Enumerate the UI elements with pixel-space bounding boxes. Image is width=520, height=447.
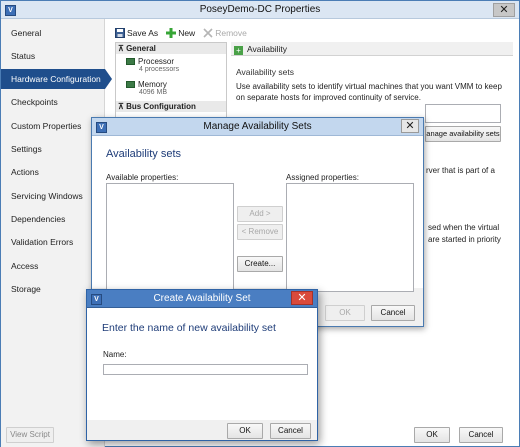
memory-label: Memory — [138, 80, 167, 89]
hidden-text-line: rver that is part of a — [426, 166, 495, 175]
collapse-icon: ⊼ — [118, 44, 127, 53]
add-button[interactable]: Add > — [237, 206, 283, 222]
sidebar-item-status[interactable]: Status — [1, 46, 105, 66]
sidebar-item-custom-properties[interactable]: Custom Properties — [1, 116, 105, 136]
manage-dialog-heading: Availability sets — [106, 148, 181, 160]
availability-sets-list[interactable] — [425, 104, 501, 123]
sidebar-item-dependencies[interactable]: Dependencies — [1, 209, 105, 229]
availability-header: + Availability — [231, 42, 513, 56]
add-icon — [166, 28, 177, 38]
availability-header-label: Availability — [247, 44, 288, 54]
processor-icon — [126, 58, 135, 66]
sidebar-item-access[interactable]: Access — [1, 256, 105, 276]
sidebar-item-validation-errors[interactable]: Validation Errors — [1, 232, 105, 252]
hidden-text-line: sed when the virtual — [428, 223, 500, 232]
name-label: Name: — [103, 350, 127, 359]
properties-cancel-button[interactable]: Cancel — [459, 427, 503, 443]
sidebar-item-hardware-configuration[interactable]: Hardware Configuration — [1, 69, 112, 89]
manage-dialog-titlebar[interactable]: V Manage Availability Sets ✕ — [92, 118, 423, 136]
hidden-text-line: are started in priority — [428, 235, 501, 244]
create-cancel-button[interactable]: Cancel — [270, 423, 311, 439]
memory-icon — [126, 81, 135, 89]
tree-header-bus-configuration[interactable]: ⊼ Bus Configuration — [116, 101, 226, 112]
tree-item-processor[interactable]: Processor 4 processors — [126, 57, 179, 73]
processor-value: 4 processors — [139, 66, 180, 73]
assigned-properties-list[interactable] — [286, 183, 414, 292]
tree-header-general[interactable]: ⊼ General — [116, 43, 226, 54]
save-as-button[interactable]: Save As — [115, 28, 158, 38]
name-input[interactable] — [103, 364, 308, 375]
tree-header-bus-label: Bus Configuration — [126, 102, 196, 111]
remove-label: Remove — [215, 28, 247, 38]
properties-titlebar[interactable]: V PoseyDemo-DC Properties ✕ — [1, 1, 519, 19]
sidebar-item-settings[interactable]: Settings — [1, 139, 105, 159]
save-as-label: Save As — [127, 28, 159, 38]
hardware-toolbar: Save As New Remove — [115, 25, 255, 41]
memory-value: 4096 MB — [139, 89, 168, 96]
sidebar-item-general[interactable]: General — [1, 23, 105, 43]
availability-icon: + — [234, 46, 243, 55]
sidebar-item-actions[interactable]: Actions — [1, 162, 105, 182]
properties-close-icon[interactable]: ✕ — [493, 3, 515, 17]
collapse-icon: ⊼ — [118, 102, 127, 111]
manage-cancel-button[interactable]: Cancel — [371, 305, 415, 321]
tree-item-memory[interactable]: Memory 4096 MB — [126, 80, 167, 96]
properties-ok-button[interactable]: OK — [414, 427, 450, 443]
tree-header-general-label: General — [126, 44, 156, 53]
create-dialog-heading: Enter the name of new availability set — [102, 322, 276, 334]
create-ok-button[interactable]: OK — [227, 423, 263, 439]
create-dialog-close-icon[interactable]: ✕ — [291, 291, 313, 305]
create-button[interactable]: Create... — [237, 256, 283, 272]
create-availability-set-dialog: V Create Availability Set ✕ Enter the na… — [86, 289, 318, 441]
processor-label: Processor — [138, 57, 175, 66]
app-icon: V — [91, 294, 102, 305]
remove-icon — [203, 28, 213, 38]
remove-button[interactable]: < Remove — [237, 224, 283, 240]
new-label: New — [178, 28, 196, 38]
availability-sets-description: Use availability sets to identify virtua… — [236, 82, 502, 102]
available-properties-label: Available properties: — [106, 173, 179, 182]
create-dialog-titlebar[interactable]: V Create Availability Set ✕ — [87, 290, 317, 308]
remove-button[interactable]: Remove — [203, 28, 247, 38]
assigned-properties-label: Assigned properties: — [286, 173, 359, 182]
availability-sets-section-title: Availability sets — [236, 67, 294, 77]
manage-ok-button[interactable]: OK — [325, 305, 365, 321]
sidebar-item-servicing-windows[interactable]: Servicing Windows — [1, 186, 105, 206]
app-icon: V — [5, 5, 16, 16]
manage-dialog-close-icon[interactable]: ✕ — [401, 119, 419, 133]
new-button[interactable]: New — [166, 28, 195, 38]
manage-dialog-title: Manage Availability Sets — [203, 121, 312, 132]
create-dialog-title: Create Availability Set — [153, 293, 251, 304]
manage-availability-sets-button[interactable]: anage availability sets — [425, 126, 501, 142]
hardware-tree: ⊼ General Processor 4 processors Memory … — [115, 42, 227, 120]
available-properties-list[interactable] — [106, 183, 234, 292]
app-icon: V — [96, 122, 107, 133]
save-icon — [115, 28, 125, 38]
view-script-button[interactable]: View Script — [6, 427, 54, 443]
sidebar-item-checkpoints[interactable]: Checkpoints — [1, 92, 105, 112]
properties-title: PoseyDemo-DC Properties — [199, 4, 321, 15]
